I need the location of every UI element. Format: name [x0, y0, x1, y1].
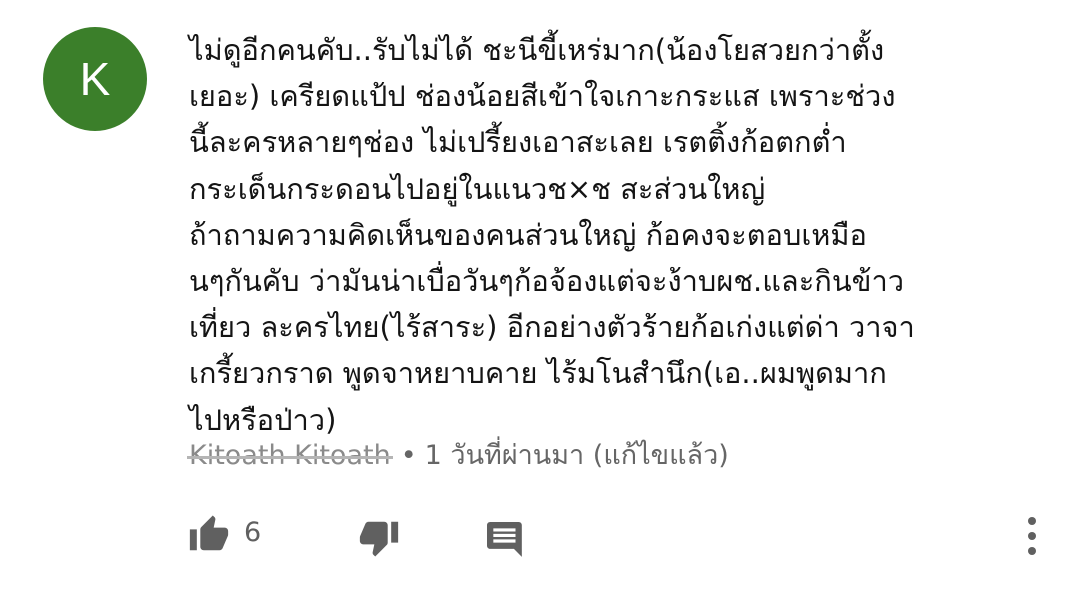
- comment-meta: Kitoath Kitoath • 1 วันที่ผ่านมา (แก้ไขแล้…: [189, 436, 729, 476]
- comment-line: ถ้าถามความคิดเห็นของคนส่วนใหญ่ ก้อคงจะตอ…: [189, 217, 867, 252]
- avatar-letter: K: [79, 53, 111, 105]
- comment-actions: 6: [0, 508, 1068, 568]
- avatar[interactable]: K: [43, 27, 147, 131]
- comment-icon: [487, 522, 525, 560]
- comment-line: กระเด็นกระดอนไปอยู่ในแนวช×ช สะส่วนใหญ่: [189, 171, 766, 206]
- thumbs-down-icon: [358, 520, 400, 560]
- comment-line: นๆกันคับ ว่ามันน่าเบื่อวันๆก้อจ้องแต่จะง…: [189, 264, 905, 299]
- dislike-button[interactable]: [358, 520, 400, 560]
- comment-line: นี้ละครหลายๆช่อง ไม่เปรี้ยงเอาสะเลย เรตต…: [189, 125, 847, 160]
- comment-line: เยอะ) เครียดแป้ป ช่องน้อยสีเข้าใจเกาะกระ…: [189, 79, 896, 114]
- author-name[interactable]: Kitoath Kitoath: [189, 440, 391, 471]
- thumbs-up-icon: [188, 512, 230, 552]
- comment-line: ไม่ดูอีกคนคับ..รับไม่ได้ ชะนีขี้เหร่มาก(…: [189, 33, 885, 67]
- comment-body: ไม่ดูอีกคนคับ..รับไม่ได้ ชะนีขี้เหร่มาก(…: [189, 27, 1039, 443]
- comment-line: เกรี้ยวกราด พูดจาหยาบคาย ไร้มโนสำนึก(เอ.…: [189, 356, 887, 391]
- meta-separator: •: [400, 440, 417, 471]
- comment-line: เที่ยว ละครไทย(ไร้สาระ) อีกอย่างตัวร้ายก…: [189, 310, 915, 345]
- more-options-button[interactable]: [1022, 516, 1042, 556]
- comment-timestamp: 1 วันที่ผ่านมา (แก้ไขแล้ว): [424, 440, 729, 471]
- like-button[interactable]: 6: [188, 512, 261, 552]
- comment-text: ไม่ดูอีกคนคับ..รับไม่ได้ ชะนีขี้เหร่มาก(…: [189, 27, 1039, 443]
- like-count: 6: [244, 516, 262, 548]
- reply-button[interactable]: [487, 522, 525, 560]
- comment-item: K ไม่ดูอีกคนคับ..รับไม่ได้ ชะนีขี้เหร่มา…: [0, 0, 1068, 591]
- more-vertical-icon: [1022, 516, 1042, 556]
